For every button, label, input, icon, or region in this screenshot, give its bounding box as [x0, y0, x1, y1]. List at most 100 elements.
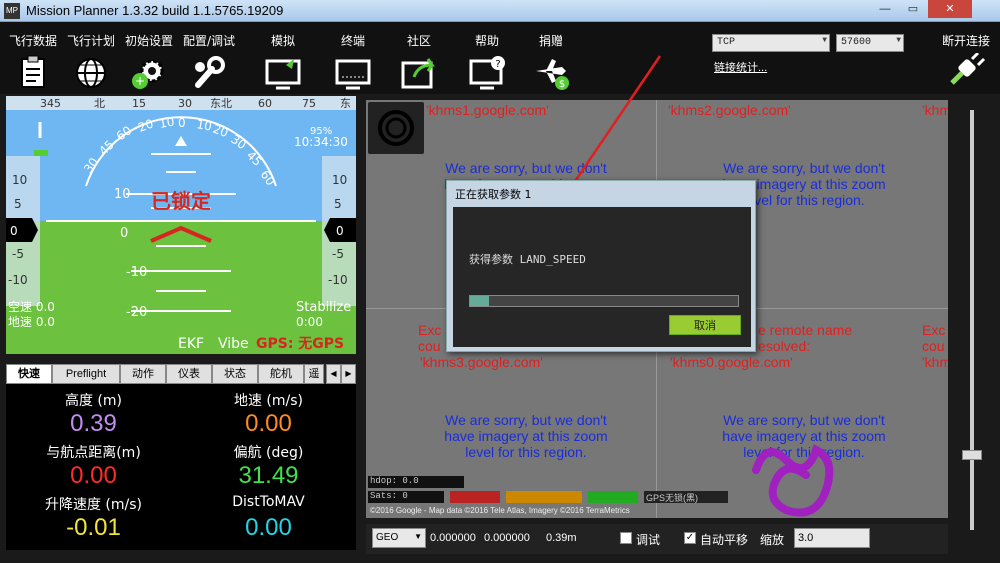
toolbar-community[interactable]: 社区: [388, 32, 450, 91]
toolbar-help[interactable]: 帮助 ?: [456, 32, 518, 91]
arm-status: 已锁定: [151, 189, 211, 213]
toolbar-flight-data[interactable]: 飞行数据: [2, 32, 64, 91]
notice-line: have imagery at this zoom: [444, 428, 608, 444]
progress-bar: [469, 295, 739, 307]
vibe-indicator[interactable]: Vibe: [218, 336, 249, 352]
quick-label: 偏航 (deg): [233, 445, 304, 461]
tab-servo[interactable]: 舵机: [258, 364, 304, 384]
debug-checkbox[interactable]: [620, 532, 632, 544]
right-tape-label: -5: [332, 247, 344, 261]
error-fragment: cou: [418, 338, 441, 354]
close-button[interactable]: ✕: [928, 0, 972, 18]
ekf-indicator[interactable]: EKF: [178, 336, 204, 352]
left-tape-label: -10: [8, 273, 28, 287]
zoom-slider-track[interactable]: [970, 110, 974, 530]
notice-line: We are sorry, but we don't: [445, 412, 607, 428]
quick-label: DistToMAV: [232, 494, 305, 510]
tile-label: 'khms2.google.com': [668, 102, 791, 118]
connection-type-select[interactable]: TCP ▼: [712, 34, 830, 52]
gps-status: GPS: 无GPS: [256, 336, 344, 352]
notice-line: We are sorry, but we don't: [723, 412, 885, 428]
notice-line: We are sorry, but we don't: [723, 160, 885, 176]
progress-fill: [470, 296, 489, 306]
toolbar-label: 帮助: [474, 34, 499, 48]
notice-line: level for this region.: [465, 444, 587, 460]
tab-scroll-left[interactable]: ◀: [326, 364, 341, 384]
map-control[interactable]: [368, 102, 424, 154]
tab-quick[interactable]: 快速: [6, 364, 52, 384]
tab-gauges[interactable]: 仪表: [166, 364, 212, 384]
left-tape-label: -5: [12, 247, 24, 261]
tab-status[interactable]: 状态: [212, 364, 258, 384]
toolbar-label: 终端: [340, 34, 365, 48]
roll-label: 10: [158, 115, 175, 131]
svg-text:+: +: [135, 74, 145, 88]
error-fragment: e remote name: [758, 322, 853, 338]
zoom-slider-thumb[interactable]: [962, 450, 982, 460]
tab-actions[interactable]: 动作: [120, 364, 166, 384]
chevron-down-icon: ▼: [896, 36, 901, 45]
baud-rate-select[interactable]: 57600 ▼: [836, 34, 904, 52]
heading-tick: 345: [40, 97, 61, 110]
map-status-bar: GEO ▼ 0.000000 0.000000 0.39m 调试 ✓ 自动平移 …: [366, 524, 948, 554]
globe-icon: [76, 58, 106, 88]
maximize-button[interactable]: ▭: [900, 0, 926, 18]
flight-time: 0:00: [296, 315, 323, 329]
left-tape-label: 5: [14, 197, 22, 211]
flight-track-scribble: [752, 444, 834, 517]
artificial-horizon: 345 北 15 30 东北 60 75 东 30 45 60 20 10 0 …: [6, 96, 356, 354]
no-imagery-notice: We are sorry, but we don't have imagery …: [406, 412, 646, 460]
groundspeed-readout: 地速 0.0: [8, 315, 55, 329]
heading-tick: 30: [178, 97, 192, 110]
tile-label: 'khm: [922, 102, 948, 118]
error-fragment: cou: [922, 338, 945, 354]
autopan-checkbox[interactable]: ✓: [684, 532, 696, 544]
clock: 10:34:30: [294, 135, 348, 149]
roll-label: 10: [195, 117, 212, 133]
link-stats-link[interactable]: 链接统计...: [714, 59, 767, 75]
heading-tick: 15: [132, 97, 146, 110]
quick-label: 地速 (m/s): [233, 393, 304, 409]
pitch-label: -10: [126, 265, 147, 280]
airspeed-readout: 空速 0.0: [8, 300, 55, 314]
toolbar-simulation[interactable]: 模拟: [252, 32, 314, 91]
longitude-readout: 0.000000: [484, 532, 530, 544]
app-icon: MP: [4, 3, 20, 19]
coord-system-select[interactable]: GEO ▼: [372, 528, 426, 548]
connection-type-value: TCP: [717, 37, 736, 48]
heading-tick: 75: [302, 97, 316, 110]
tab-preflight[interactable]: Preflight: [52, 364, 120, 384]
right-tape-label: -10: [328, 273, 348, 287]
toolbar-initial-setup[interactable]: 初始设置 +: [118, 32, 180, 91]
help-monitor-icon: ?: [469, 56, 505, 90]
cancel-button[interactable]: 取消: [669, 315, 741, 335]
zoom-stepper[interactable]: 3.0: [794, 528, 870, 548]
right-tape-value: 0: [336, 224, 344, 238]
toolbar-flight-plan[interactable]: 飞行计划: [60, 32, 122, 91]
toolbar-label: 初始设置: [124, 34, 173, 48]
wrench-icon: [195, 56, 225, 88]
toolbar-label: 配置/调试: [182, 34, 236, 48]
coord-system-value: GEO: [376, 532, 399, 543]
gear-plus-icon: +: [132, 59, 164, 89]
status-flag-2: [506, 491, 582, 503]
info-tabs: 快速 Preflight 动作 仪表 状态 舵机 遥 ◀ ▶: [6, 364, 356, 384]
status-flag-1: [450, 491, 500, 503]
tile-label: 'khms0.google.com': [670, 354, 793, 370]
pitch-label: -20: [126, 305, 147, 320]
quick-value-yaw: 31.49: [238, 462, 299, 489]
toolbar-config-tuning[interactable]: 配置/调试: [178, 32, 240, 91]
baud-rate-value: 57600: [841, 37, 872, 48]
compass-icon: [378, 110, 414, 146]
latitude-readout: 0.000000: [430, 532, 476, 544]
window-title: Mission Planner 1.3.32 build 1.1.5765.19…: [26, 3, 284, 18]
heading-tick: 60: [258, 97, 272, 110]
autopan-label: 自动平移: [700, 533, 749, 547]
tab-telemetry[interactable]: 遥: [304, 364, 324, 384]
toolbar-terminal[interactable]: 终端: [322, 32, 384, 91]
minimize-button[interactable]: —: [872, 0, 898, 18]
disconnect-button[interactable]: 断开连接: [936, 32, 996, 87]
quick-value-wp-distance: 0.00: [70, 462, 117, 489]
heading-tick: 东北: [210, 97, 232, 110]
tab-scroll-right[interactable]: ▶: [341, 364, 356, 384]
